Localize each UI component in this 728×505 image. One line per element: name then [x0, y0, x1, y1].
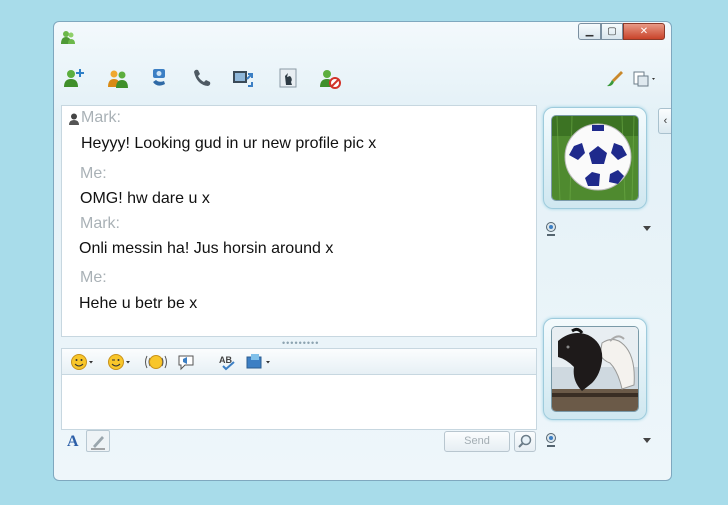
menu-icon[interactable] — [632, 70, 658, 88]
contact-avatar — [551, 115, 639, 201]
search-button[interactable] — [514, 431, 536, 452]
chevron-down-icon[interactable] — [643, 226, 651, 232]
games-icon[interactable] — [276, 66, 300, 90]
self-avatar-frame[interactable] — [543, 318, 647, 420]
share-files-icon[interactable] — [231, 66, 255, 90]
collapse-sidebar-button[interactable]: ‹ — [658, 108, 671, 134]
voice-call-icon[interactable] — [191, 66, 215, 90]
maximize-button[interactable]: ▢ — [601, 23, 623, 40]
minimize-button[interactable]: ▁ — [578, 23, 601, 40]
background-icon[interactable] — [245, 353, 273, 371]
svg-text:AB: AB — [219, 355, 232, 365]
spellcheck-icon[interactable]: AB — [218, 353, 238, 371]
title-bar: ▁ ▢ ✕ — [54, 22, 671, 52]
horses-picture — [552, 327, 638, 411]
message-text: Heyyy! Looking gud in ur new profile pic… — [81, 135, 377, 152]
block-contact-icon[interactable] — [318, 66, 342, 90]
wink-icon[interactable] — [107, 353, 133, 371]
pen-icon — [91, 436, 105, 450]
contact-avatar-frame[interactable] — [543, 107, 647, 209]
send-button[interactable]: Send — [444, 431, 510, 452]
chat-window: ▁ ▢ ✕ ‹ Mark: Heyyy! Looking gud in ur n… — [53, 21, 672, 481]
message-sender: Mark: — [81, 109, 121, 126]
message-text: Onli messin ha! Jus horsin around x — [79, 240, 334, 257]
resize-grip[interactable]: ••••••••• — [282, 339, 319, 348]
contact-status-icon — [69, 113, 79, 125]
webcam-icon[interactable] — [545, 433, 557, 447]
chevron-down-icon[interactable] — [643, 438, 651, 444]
emoticon-icon[interactable] — [70, 353, 96, 371]
conversation-history: Mark: Heyyy! Looking gud in ur new profi… — [61, 105, 537, 337]
paintbrush-icon[interactable] — [605, 70, 625, 88]
message-text: OMG! hw dare u x — [80, 190, 210, 207]
add-contact-icon[interactable] — [62, 66, 86, 90]
message-input[interactable] — [61, 374, 537, 430]
font-button[interactable]: A — [67, 433, 79, 451]
nudge-icon[interactable] — [144, 353, 168, 371]
message-text: Hehe u betr be x — [79, 295, 198, 312]
voice-clip-icon[interactable] — [177, 353, 195, 371]
contacts-group-icon[interactable] — [106, 66, 130, 90]
close-button[interactable]: ✕ — [623, 23, 665, 40]
soccer-ball-picture — [552, 116, 638, 200]
handwriting-button[interactable] — [86, 430, 110, 452]
message-sender: Me: — [80, 269, 107, 286]
messenger-buddy-icon — [61, 31, 75, 44]
format-toolbar: AB — [61, 348, 537, 374]
message-sender: Me: — [80, 165, 107, 182]
window-controls: ▁ ▢ ✕ — [578, 23, 665, 40]
search-icon — [518, 434, 532, 448]
self-avatar — [551, 326, 639, 412]
webcam-icon[interactable] — [545, 222, 557, 236]
main-toolbar — [54, 60, 671, 96]
video-call-icon[interactable] — [149, 66, 173, 90]
compose-bar: A Send — [61, 430, 537, 454]
message-sender: Mark: — [80, 215, 120, 232]
